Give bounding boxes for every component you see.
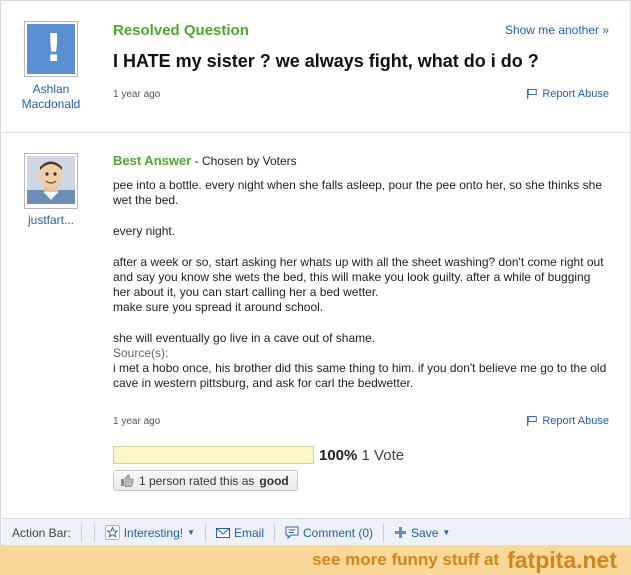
flag-icon <box>527 89 538 99</box>
email-button[interactable]: Email <box>206 523 276 542</box>
report-abuse-label: Report Abuse <box>542 88 609 100</box>
answer-paragraph: pee into a bottle. every night when she … <box>113 178 602 207</box>
vote-summary: 100% 1 Vote <box>319 447 404 464</box>
chosen-by-label: - Chosen by Voters <box>191 154 297 168</box>
answer-body: pee into a bottle. every night when she … <box>113 178 608 391</box>
answer-paragraph: make sure you spread it around school. <box>113 300 324 314</box>
action-bar: Action Bar: Interesting! ▼ Email Comment… <box>2 518 631 546</box>
question-page: ! Ashlan Macdonald Resolved Question Sho… <box>0 0 631 546</box>
banner-message: see more funny stuff at <box>312 550 500 569</box>
save-button[interactable]: Save ▼ <box>384 524 460 542</box>
asker-avatar[interactable]: ! <box>24 21 78 77</box>
report-abuse-label: Report Abuse <box>542 415 609 427</box>
show-another-link[interactable]: Show me another » <box>505 23 609 37</box>
cartoon-avatar-icon <box>27 156 75 204</box>
flag-icon <box>527 416 538 426</box>
banner-brand: fatpita.net <box>507 546 617 573</box>
best-answer-label: Best Answer <box>113 153 192 168</box>
source-text: i met a hobo once, his brother did this … <box>113 361 607 390</box>
interesting-button[interactable]: Interesting! ▼ <box>93 523 206 542</box>
sources-label: Source(s): <box>113 346 169 360</box>
answer-report-abuse-link[interactable]: Report Abuse <box>526 415 609 427</box>
footer-banner[interactable]: see more funny stuff at fatpita.net <box>0 545 631 575</box>
rating-button[interactable]: 1 person rated this as good <box>113 470 298 491</box>
section-divider <box>2 132 631 133</box>
chevron-down-icon: ▼ <box>442 527 451 537</box>
interesting-label: Interesting! <box>123 525 184 540</box>
action-bar-label: Action Bar: <box>2 523 82 542</box>
vote-count: 1 Vote <box>361 447 405 464</box>
answer-paragraph: every night. <box>113 224 176 238</box>
save-label: Save <box>411 525 439 540</box>
plus-icon <box>395 527 407 538</box>
comment-label: Comment (0) <box>303 525 374 540</box>
question-report-abuse-link[interactable]: Report Abuse <box>526 88 609 100</box>
answerer-avatar[interactable] <box>24 153 78 209</box>
answer-timestamp: 1 year ago <box>113 416 161 427</box>
exclamation-icon: ! <box>45 26 63 70</box>
answer-paragraph: she will eventually go live in a cave ou… <box>113 331 376 345</box>
asker-name-link[interactable]: Ashlan Macdonald <box>11 82 91 112</box>
comment-button[interactable]: Comment (0) <box>275 523 385 542</box>
answer-paragraph: after a week or so, start asking her wha… <box>113 255 604 299</box>
best-answer-heading: Best Answer - Chosen by Voters <box>113 153 297 168</box>
vote-progress-bar <box>113 446 314 464</box>
question-title: I HATE my sister ? we always fight, what… <box>113 51 539 71</box>
answerer-name-link[interactable]: justfart... <box>11 213 91 227</box>
email-label: Email <box>234 525 265 540</box>
chevron-down-icon: ▼ <box>187 527 195 537</box>
vote-percent: 100% <box>319 447 358 464</box>
star-icon <box>104 525 120 540</box>
rated-prefix: 1 person rated this as <box>139 473 255 488</box>
question-timestamp: 1 year ago <box>113 89 161 100</box>
rated-value: good <box>259 473 289 488</box>
question-status: Resolved Question <box>113 22 249 39</box>
envelope-icon <box>216 527 230 538</box>
speech-bubble-icon <box>285 526 299 539</box>
thumbs-up-icon <box>121 474 134 487</box>
